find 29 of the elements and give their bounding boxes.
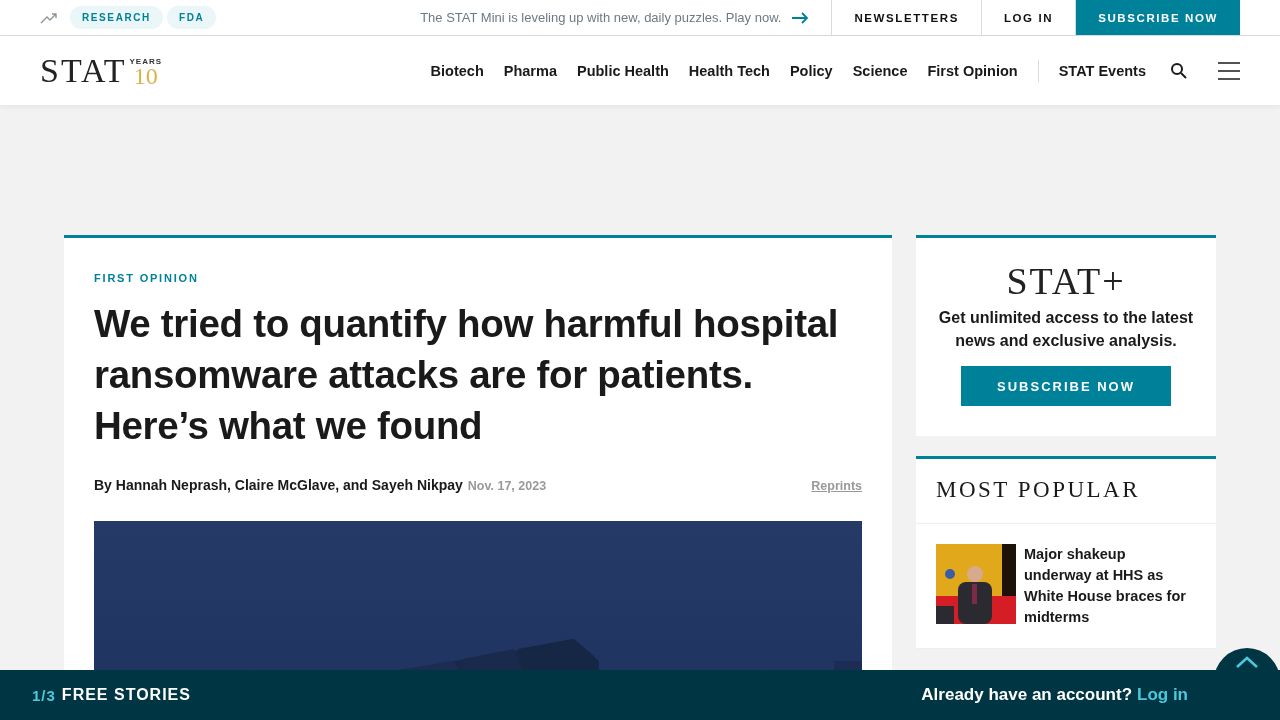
section-title: MOST POPULAR	[916, 459, 1216, 524]
nav-link[interactable]: Science	[852, 62, 908, 79]
byline: By Hannah Neprash, Claire McGlave, and Sayeh Nikpay	[94, 477, 463, 493]
nav-link[interactable]: Public Health	[576, 62, 669, 79]
subscribe-button[interactable]: SUBSCRIBE NOW	[1076, 0, 1240, 35]
story-link[interactable]: Major shakeup underway at HHS as White House braces for midterms	[1024, 544, 1196, 628]
nav-link[interactable]: Policy	[789, 62, 833, 79]
nav-link[interactable]: Health Tech	[688, 62, 770, 79]
account-prompt: Already have an account?	[921, 685, 1132, 705]
publish-date: Nov. 17, 2023	[467, 479, 547, 493]
stat-plus-logo: STAT+	[1006, 262, 1126, 300]
topic-tag[interactable]: FDA	[166, 6, 217, 29]
section-link[interactable]: FIRST OPINION	[94, 272, 199, 284]
story-count: 1/3	[32, 686, 56, 704]
free-stories-label: FREE STORIES	[61, 686, 191, 704]
article-headline: We tried to quantify how harmful hospital ransomware attacks are for patients. Here’s what we found	[94, 301, 840, 449]
nav-link[interactable]: Biotech	[430, 62, 484, 79]
topic-tag[interactable]: RESEARCH	[70, 6, 163, 29]
arrow-right-icon	[791, 11, 810, 24]
search-icon[interactable]	[1170, 61, 1188, 80]
nav-link[interactable]: STAT Events	[1058, 62, 1146, 79]
promo-text: Get unlimited access to the latest news and exclusive analysis.	[937, 308, 1195, 351]
subscribe-button[interactable]: SUBSCRIBE NOW	[961, 366, 1171, 406]
menu-icon[interactable]	[1218, 61, 1240, 80]
nav-link[interactable]: First Opinion	[927, 62, 1018, 79]
login-link[interactable]: Log in	[1137, 685, 1188, 705]
chevron-up-icon	[1236, 656, 1258, 668]
trending-icon	[40, 11, 58, 24]
nav-link[interactable]: Pharma	[503, 62, 557, 79]
